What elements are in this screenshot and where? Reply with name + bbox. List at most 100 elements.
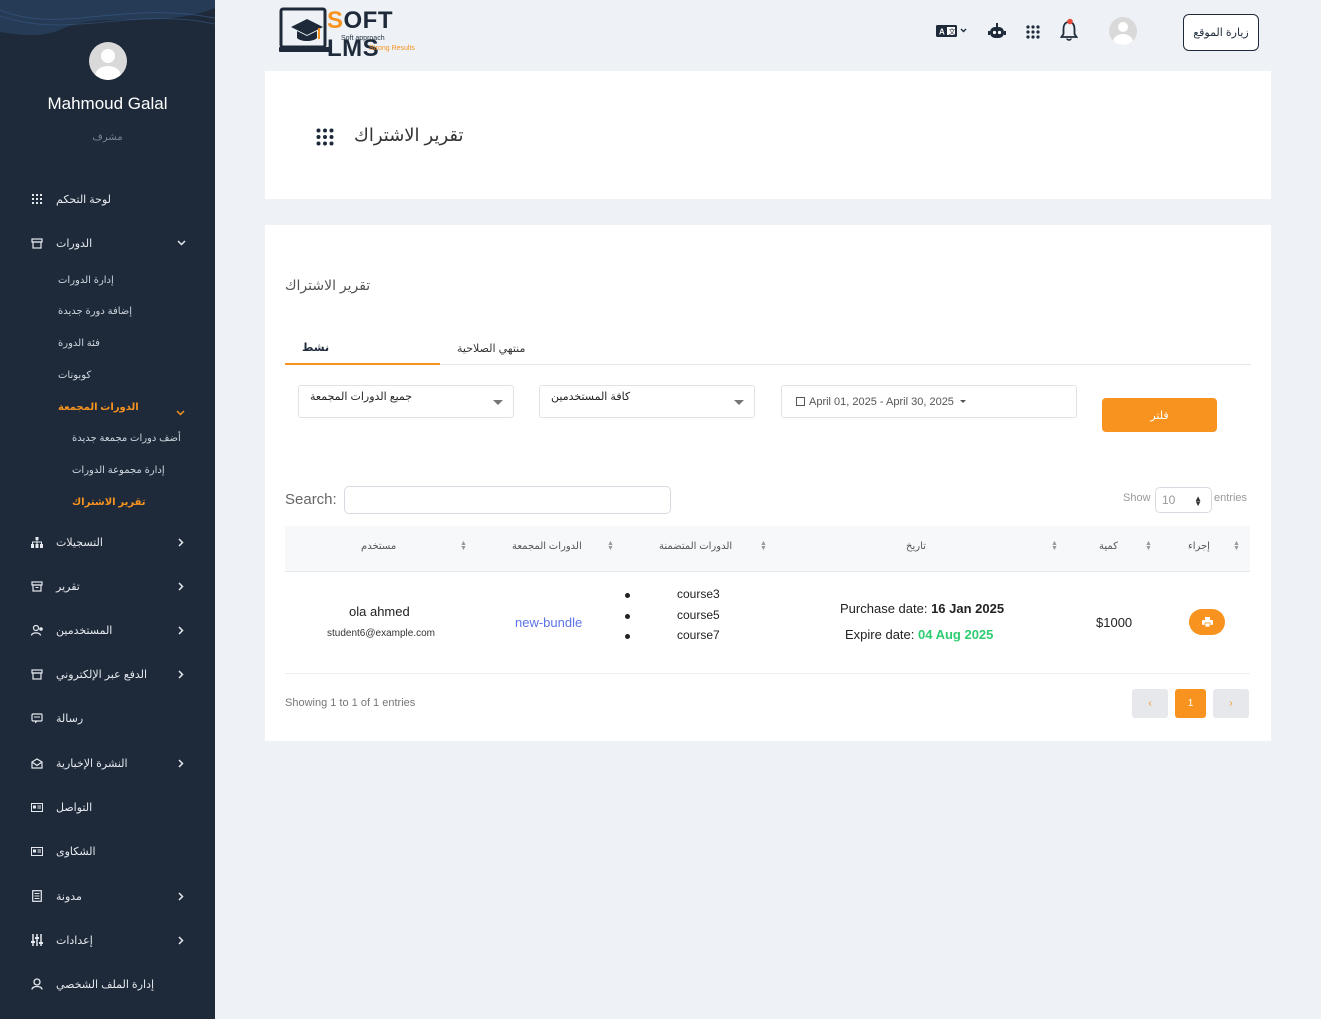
sidebar-sub-coupons[interactable]: كوبونات [58,365,215,385]
sort-icon[interactable]: ▲ ▼ [460,540,467,552]
robot-icon[interactable] [988,23,1006,39]
purchase-date-label: Purchase date: [840,601,928,616]
language-switcher[interactable]: A 文 [936,24,968,38]
row-user-email: student6@example.com [327,628,435,639]
app-logo[interactable]: SOFT LMS Soft approach Strong Results [279,7,429,62]
settings-icon [30,933,44,947]
sidebar-item-message[interactable]: رسالة [0,706,215,730]
date-range-picker[interactable]: April 01, 2025 - April 30, 2025 [781,385,1077,418]
sort-icon[interactable]: ▲ ▼ [1233,540,1240,552]
apps-grid-icon[interactable] [1026,25,1040,39]
users-icon [30,623,44,637]
sort-icon[interactable]: ▲ ▼ [1051,540,1058,552]
chevron-right-icon [176,935,186,945]
user-avatar[interactable] [88,42,127,80]
sidebar-item-payments[interactable]: الدفع عبر الإلكتروني [0,662,215,686]
pagination-next-button[interactable]: › [1213,689,1249,718]
search-input[interactable] [344,486,671,514]
table-header: مستخدم ▲ ▼ الدورات المجمعة ▲ ▼ الدورات الم… [285,526,1250,572]
bundle-select[interactable]: جميع الدورات المجمعة [298,385,514,418]
entries-label: entries [1214,492,1248,504]
notification-bell-icon[interactable] [1060,18,1078,42]
profile-icon [30,977,44,991]
translate-icon: A 文 [936,25,967,37]
calendar-icon [796,397,805,406]
sidebar-item-label: النشرة الإخبارية [56,757,128,770]
tab-expired[interactable]: منتهي الصلاحية [457,331,525,365]
sidebar: Mahmoud Galal مشرف لوحة التحكم الدورات إ… [0,0,215,1019]
visit-site-button[interactable]: زيارة الموقع [1183,14,1259,51]
sort-icon[interactable]: ▲ ▼ [1145,540,1152,552]
sidebar-item-label: المستخدمين [56,624,113,637]
sidebar-item-newsletter[interactable]: النشرة الإخبارية [0,751,215,775]
chevron-right-icon [176,669,186,679]
sidebar-sub-course-category[interactable]: فئة الدورة [58,333,215,353]
user-role: مشرف [92,132,123,143]
sidebar-wave-decoration [0,0,215,36]
newsletter-icon [30,756,44,770]
table-row: ola ahmed student6@example.com new-bundl… [285,572,1250,674]
search-label: Search: [285,491,337,508]
sidebar-item-enrollments[interactable]: التسجيلات [0,530,215,554]
sidebar-item-courses[interactable]: الدورات [0,231,215,255]
column-header-amount[interactable]: كمية [1099,541,1118,552]
sort-icon[interactable]: ▲ ▼ [760,540,767,552]
column-header-courses[interactable]: الدورات المتضمنة [659,541,732,552]
header-avatar[interactable] [1109,17,1137,45]
sidebar-item-label: الدفع عبر الإلكتروني [56,668,148,681]
sidebar-sub-manage-bundles[interactable]: إدارة مجموعة الدورات [72,460,215,480]
caret-down-icon [959,400,966,403]
sidebar-sub-add-bundle[interactable]: أضف دورات مجمعة جديدة [72,428,215,448]
sidebar-item-label: رسالة [56,712,84,725]
sidebar-item-contact[interactable]: التواصل [0,795,215,819]
column-header-date[interactable]: تاريخ [906,541,926,552]
pagination-page-1[interactable]: 1 [1175,689,1206,718]
purchase-date-value: 16 Jan 2025 [931,601,1005,616]
row-amount: $1000 [1096,615,1133,630]
sidebar-item-label: الشكاوى [56,845,96,858]
sort-icon[interactable]: ▲ ▼ [607,540,614,552]
blog-icon [30,889,44,903]
sidebar-sub-add-course[interactable]: إضافة دورة جديدة [58,301,215,321]
column-header-user[interactable]: مستخدم [361,541,396,552]
bundle-select-value: جميع الدورات المجمعة [310,391,413,403]
sidebar-item-blog[interactable]: مدونة [0,884,215,908]
sidebar-item-profile[interactable]: إدارة الملف الشخصي [0,972,215,996]
message-icon [30,711,44,725]
column-header-action[interactable]: إجراء [1188,541,1210,552]
archive-icon [30,579,44,593]
column-header-bundle[interactable]: الدورات المجمعة [512,541,582,552]
tab-active[interactable]: نشط [285,331,440,365]
chevron-right-icon [176,891,186,901]
row-bundle-link[interactable]: new-bundle [515,615,582,630]
row-purchase-date: Purchase date: 16 Jan 2025 [840,601,1004,616]
caret-down-icon [734,400,744,405]
sidebar-item-label: لوحة التحكم [56,193,112,206]
logo-tagline-2: Strong Results [369,45,415,52]
chevron-right-icon: › [1229,698,1233,709]
report-tabs: نشط منتهي الصلاحية [285,331,1251,365]
entries-per-page-select[interactable]: 10 ▲ ▼ [1155,487,1212,513]
sidebar-item-report[interactable]: تقرير [0,574,215,598]
chevron-right-icon [176,758,186,768]
pagination-prev-button[interactable]: ‹ [1132,689,1168,718]
sidebar-item-label: مدونة [56,890,82,903]
sidebar-profile: Mahmoud Galal مشرف [0,42,215,143]
sidebar-sub-subscription-report[interactable]: تقرير الاشتراك [72,492,215,512]
sidebar-item-settings[interactable]: إعدادات [0,928,215,952]
page-title: تقرير الاشتراك [354,125,464,145]
sidebar-sub-manage-courses[interactable]: إدارة الدورات [58,270,215,290]
filter-button[interactable]: فلتر [1102,398,1217,432]
user-select-value: كافة المستخدمين [551,391,631,403]
list-item: course3 [625,587,720,608]
courses-icon [30,236,44,250]
print-button[interactable] [1189,609,1225,635]
chevron-down-icon [176,238,186,248]
sidebar-item-complaints[interactable]: الشكاوى [0,839,215,863]
user-select[interactable]: كافة المستخدمين [539,385,755,418]
grid-icon [30,192,44,206]
sidebar-sub-bundles[interactable]: الدورات المجمعة [58,397,215,417]
entries-per-page-value: 10 [1162,493,1176,507]
sidebar-item-users[interactable]: المستخدمين [0,618,215,642]
sidebar-item-dashboard[interactable]: لوحة التحكم [0,187,215,211]
